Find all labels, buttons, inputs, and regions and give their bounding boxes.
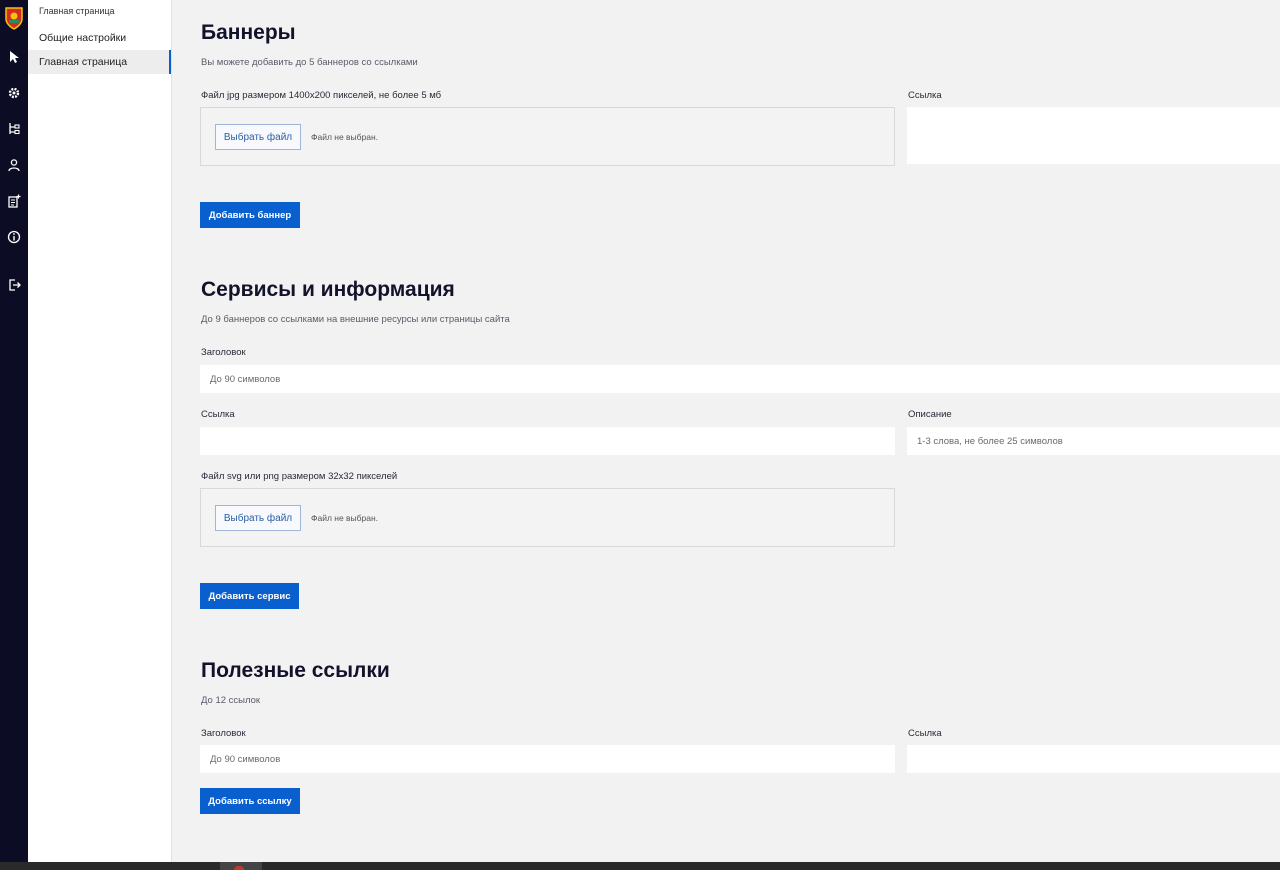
service-link-input[interactable] (200, 427, 895, 455)
banner-link-label: Ссылка (908, 90, 942, 101)
useful-link-url-input[interactable] (907, 745, 1280, 773)
gear-icon[interactable] (5, 84, 23, 102)
os-taskbar (0, 862, 1280, 870)
useful-link-url-label: Ссылка (908, 728, 942, 739)
coat-of-arms-logo[interactable] (4, 6, 24, 30)
useful-link-heading-label: Заголовок (201, 728, 246, 739)
tree-icon[interactable] (5, 120, 23, 138)
banners-title: Баннеры (201, 21, 296, 44)
cursor-icon[interactable] (5, 48, 23, 66)
service-file-status: Файл не выбран. (311, 513, 379, 523)
logout-icon[interactable] (5, 276, 23, 294)
banner-link-input[interactable] (907, 107, 1280, 164)
taskbar-app-icon (234, 866, 244, 870)
service-file-label: Файл svg или png размером 32x32 пикселей (201, 471, 398, 482)
service-file-dropzone[interactable]: Выбрать файл Файл не выбран. (200, 488, 895, 547)
add-service-button[interactable]: Добавить сервис (200, 583, 299, 609)
service-link-label: Ссылка (201, 409, 235, 420)
document-add-icon[interactable] (5, 192, 23, 210)
services-title: Сервисы и информация (201, 278, 455, 301)
breadcrumb: Главная страница (39, 6, 115, 16)
section-sidebar: Главная страница Общие настройки Главная… (28, 0, 172, 862)
service-description-label: Описание (908, 409, 952, 420)
banners-subtitle: Вы можете добавить до 5 баннеров со ссыл… (201, 57, 418, 68)
banner-choose-file-button[interactable]: Выбрать файл (215, 124, 301, 150)
main-content: Баннеры Вы можете добавить до 5 баннеров… (172, 0, 1280, 862)
useful-link-heading-input[interactable]: До 90 символов (200, 745, 895, 773)
icon-rail (0, 0, 28, 862)
service-description-input[interactable]: 1-3 слова, не более 25 символов (907, 427, 1280, 455)
service-heading-input[interactable]: До 90 символов (200, 365, 1280, 393)
useful-links-subtitle: До 12 ссылок (201, 695, 261, 706)
sidebar-item-home-page[interactable]: Главная страница (28, 50, 171, 74)
info-icon[interactable] (5, 228, 23, 246)
banner-file-dropzone[interactable]: Выбрать файл Файл не выбран. (200, 107, 895, 166)
useful-links-title: Полезные ссылки (201, 659, 390, 682)
banner-file-status: Файл не выбран. (311, 132, 379, 142)
banner-file-label: Файл jpg размером 1400x200 пикселей, не … (201, 90, 442, 101)
sidebar-item-label: Главная страница (39, 56, 128, 68)
add-banner-button[interactable]: Добавить баннер (200, 202, 300, 228)
sidebar-item-label: Общие настройки (39, 32, 127, 44)
sidebar-item-general-settings[interactable]: Общие настройки (28, 26, 171, 50)
add-link-button[interactable]: Добавить ссылку (200, 788, 300, 814)
service-choose-file-button[interactable]: Выбрать файл (215, 505, 301, 531)
service-heading-label: Заголовок (201, 347, 246, 358)
user-icon[interactable] (5, 156, 23, 174)
services-subtitle: До 9 баннеров со ссылками на внешние рес… (201, 314, 510, 325)
